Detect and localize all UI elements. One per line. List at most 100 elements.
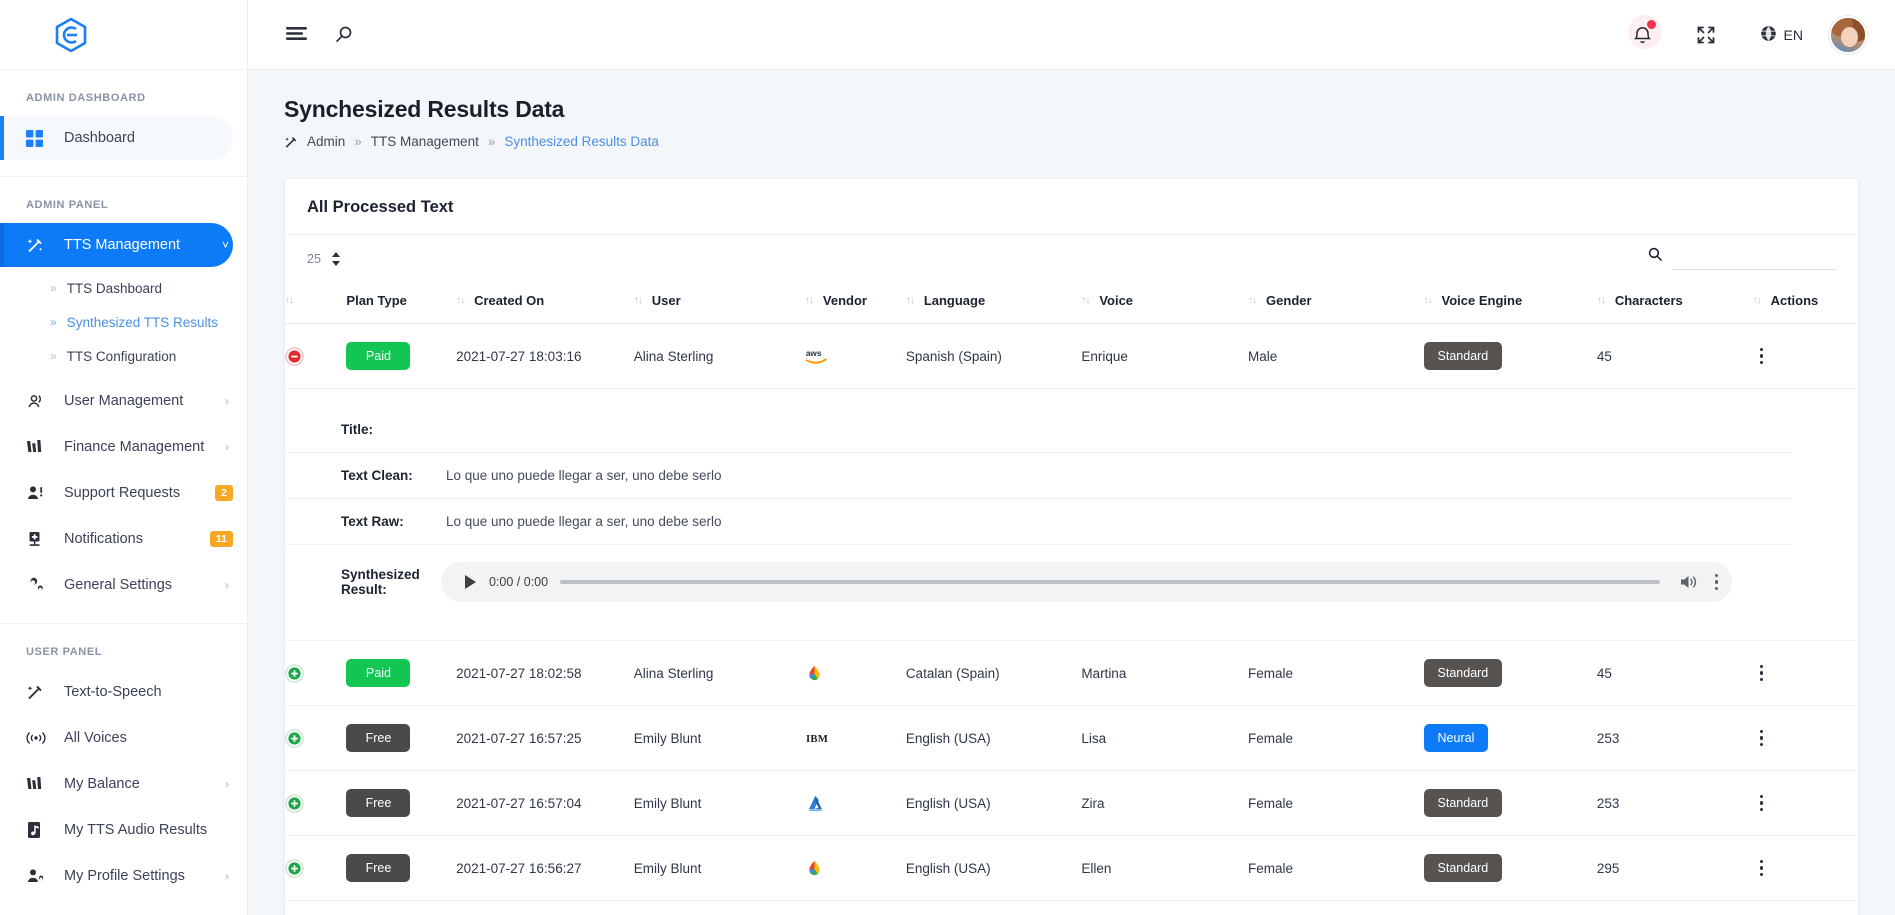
sidebar-item-tts-configuration[interactable]: » TTS Configuration	[0, 339, 247, 373]
cell-voice-engine: Standard	[1423, 323, 1597, 389]
sidebar-item-notifications[interactable]: Notifications 11	[0, 517, 233, 561]
table-row[interactable]: Free 2021-07-27 16:56:01 Emily Blunt	[285, 900, 1858, 915]
hamburger-menu-icon[interactable]	[276, 15, 316, 55]
cell-actions[interactable]	[1752, 323, 1858, 389]
cell-actions[interactable]	[1752, 770, 1858, 836]
audio-progress-track[interactable]	[560, 580, 1660, 584]
cell-expand[interactable]	[285, 900, 347, 915]
sidebar-item-tts-management[interactable]: TTS Management ˅	[0, 223, 233, 267]
th-expand[interactable]: ↑↓	[285, 278, 347, 324]
bell-icon[interactable]	[1626, 14, 1662, 52]
processed-text-card: All Processed Text 25 ↑↓ Plan Type ↑↓ Cr…	[284, 178, 1859, 915]
cell-actions[interactable]	[1752, 900, 1858, 915]
sort-icon[interactable]: ↑↓	[805, 295, 814, 306]
kebab-menu-icon[interactable]	[1753, 729, 1771, 747]
detail-text-clean-label: Text Clean:	[341, 468, 413, 483]
th-characters[interactable]: ↑↓ Characters	[1596, 278, 1753, 324]
sort-icon[interactable]: ↑↓	[1424, 295, 1433, 306]
volume-icon[interactable]	[1680, 574, 1699, 590]
sidebar-submenu-tts: » TTS Dashboard » Synthesized TTS Result…	[0, 269, 247, 377]
expand-plus-icon[interactable]	[285, 858, 304, 878]
sort-icon[interactable]: ↑↓	[456, 295, 465, 306]
kebab-menu-icon[interactable]	[1753, 347, 1771, 365]
table-row[interactable]: Paid 2021-07-27 18:03:16 Alina Sterling …	[285, 323, 1858, 389]
cell-language: English (USA)	[905, 900, 1082, 915]
sidebar-item-support-requests[interactable]: Support Requests 2	[0, 471, 233, 515]
sort-icon[interactable]: ↑↓	[1081, 295, 1090, 306]
cell-actions[interactable]	[1752, 640, 1858, 706]
audio-player[interactable]: 0:00 / 0:00	[441, 562, 1732, 602]
th-language[interactable]: ↑↓ Language	[905, 278, 1082, 324]
breadcrumb-item-tts-management[interactable]: TTS Management	[371, 134, 479, 149]
table-row[interactable]: Free 2021-07-27 16:57:25 Emily Blunt IBM	[285, 705, 1858, 771]
cell-user: Emily Blunt	[633, 835, 805, 901]
expand-plus-icon[interactable]	[285, 793, 304, 813]
sidebar-item-general-settings[interactable]: General Settings ›	[0, 563, 233, 607]
page-title: Synchesized Results Data	[284, 96, 565, 122]
sidebar-item-label: My Balance	[64, 776, 140, 792]
kebab-menu-icon[interactable]	[1753, 859, 1771, 877]
search-icon[interactable]	[324, 15, 364, 55]
breadcrumb-separator: »	[354, 134, 362, 149]
sidebar-item-my-tts-audio-results[interactable]: My TTS Audio Results	[0, 808, 233, 852]
sidebar-item-my-balance[interactable]: My Balance ›	[0, 762, 233, 806]
kebab-menu-icon[interactable]	[1714, 573, 1718, 591]
fullscreen-icon[interactable]	[1686, 15, 1726, 55]
sidebar-item-synthesized-tts-results[interactable]: » Synthesized TTS Results	[0, 305, 247, 339]
page-length-select[interactable]: 25	[307, 251, 341, 266]
sidebar-item-all-voices[interactable]: All Voices	[0, 716, 233, 760]
sort-icon[interactable]: ↑↓	[1753, 295, 1762, 306]
kebab-menu-icon[interactable]	[1753, 794, 1771, 812]
sort-icon[interactable]: ↑↓	[1597, 295, 1606, 306]
sidebar-item-finance-management[interactable]: Finance Management ›	[0, 425, 233, 469]
table-row[interactable]: Free 2021-07-27 16:57:04 Emily Blunt Eng…	[285, 770, 1858, 836]
th-created-on[interactable]: ↑↓ Created On	[456, 278, 634, 324]
th-user[interactable]: ↑↓ User	[633, 278, 805, 324]
cell-gender: Male	[1248, 323, 1424, 389]
cell-characters: 45	[1596, 323, 1753, 389]
th-vendor[interactable]: ↑↓ Vendor	[804, 278, 906, 324]
sort-icon[interactable]: ↑↓	[1248, 295, 1257, 306]
cell-actions[interactable]	[1752, 835, 1858, 901]
google-cloud-logo-icon	[805, 857, 900, 879]
cell-user: Alina Sterling	[633, 323, 805, 389]
cell-actions[interactable]	[1752, 705, 1858, 771]
table-row[interactable]: Paid 2021-07-27 18:02:58 Alina Sterling	[285, 640, 1858, 706]
sort-icon[interactable]: ↑↓	[285, 295, 294, 306]
logo-area[interactable]	[0, 0, 247, 70]
sidebar-item-my-profile-settings[interactable]: My Profile Settings ›	[0, 854, 233, 898]
sidebar-item-label: My Profile Settings	[64, 868, 185, 884]
stepper-icon[interactable]	[331, 251, 341, 266]
cell-expand[interactable]	[285, 705, 347, 771]
th-voice[interactable]: ↑↓ Voice	[1081, 278, 1249, 324]
cell-expand[interactable]	[285, 835, 347, 901]
expand-plus-icon[interactable]	[285, 728, 304, 748]
th-plan-type[interactable]: Plan Type	[346, 278, 457, 324]
table-header-row: ↑↓ Plan Type ↑↓ Created On ↑↓ User ↑↓ Ve…	[285, 278, 1858, 324]
play-icon[interactable]	[455, 575, 485, 589]
sidebar-item-tts-dashboard[interactable]: » TTS Dashboard	[0, 271, 247, 305]
sidebar-item-user-management[interactable]: User Management ›	[0, 379, 233, 423]
sort-icon[interactable]: ↑↓	[906, 295, 915, 306]
cell-expand[interactable]	[285, 640, 347, 706]
breadcrumb-item-admin[interactable]: Admin	[307, 134, 345, 149]
user-speak-icon	[26, 391, 50, 411]
cell-expand[interactable]	[285, 323, 347, 389]
expand-plus-icon[interactable]	[285, 663, 304, 683]
user-avatar[interactable]	[1829, 15, 1867, 54]
th-voice-engine[interactable]: ↑↓ Voice Engine	[1423, 278, 1597, 324]
sidebar-item-text-to-speech[interactable]: Text-to-Speech	[0, 670, 233, 714]
th-gender[interactable]: ↑↓ Gender	[1248, 278, 1424, 324]
search-input[interactable]	[1672, 248, 1836, 270]
cell-language: Spanish (Spain)	[905, 323, 1082, 389]
cell-language: English (USA)	[905, 705, 1082, 771]
breadcrumb-item-current[interactable]: Synthesized Results Data	[504, 134, 659, 149]
cell-expand[interactable]	[285, 770, 347, 836]
collapse-minus-icon[interactable]	[285, 346, 304, 366]
table-row[interactable]: Free 2021-07-27 16:56:27 Emily Blunt Eng…	[285, 835, 1858, 901]
language-selector[interactable]: EN	[1760, 25, 1803, 45]
sort-icon[interactable]: ↑↓	[634, 295, 643, 306]
cell-user: Emily Blunt	[633, 705, 805, 771]
kebab-menu-icon[interactable]	[1753, 664, 1771, 682]
sidebar-item-dashboard[interactable]: Dashboard	[0, 116, 233, 160]
